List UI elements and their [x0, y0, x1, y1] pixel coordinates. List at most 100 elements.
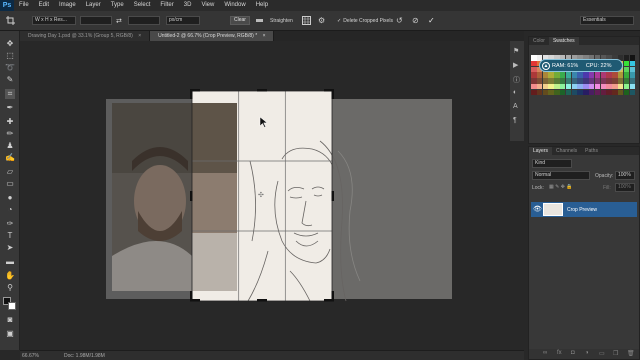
quick-mask-icon[interactable]: ◙ [5, 315, 15, 325]
pen-icon[interactable]: ✑ [5, 219, 15, 229]
delete-layer-icon[interactable]: 🗑 [627, 350, 635, 357]
swatch[interactable] [629, 55, 636, 61]
swatch[interactable] [617, 83, 624, 90]
swatch[interactable] [629, 66, 636, 73]
swatch[interactable] [536, 78, 543, 84]
swatch[interactable] [600, 83, 607, 90]
eyedropper-icon[interactable]: ✒ [5, 103, 15, 113]
swatch[interactable] [617, 72, 624, 78]
swatch[interactable] [531, 78, 537, 84]
swatch[interactable] [548, 83, 554, 90]
units-select[interactable]: px/cm [166, 16, 200, 25]
hand-icon[interactable]: ✋ [5, 271, 15, 281]
swatch[interactable] [542, 83, 549, 90]
swatch[interactable] [606, 78, 612, 84]
clone-stamp-icon[interactable]: ♟ [5, 141, 15, 151]
menu-layer[interactable]: Layer [81, 0, 106, 11]
tab-swatches[interactable]: Swatches [548, 37, 579, 45]
swatch[interactable] [588, 78, 595, 84]
overlay-grid-icon[interactable] [302, 16, 312, 25]
paragraph-icon[interactable]: ¶ [513, 117, 517, 124]
lock-icons[interactable]: ▦ ✎ ✥ 🔒 [549, 184, 573, 190]
swatch[interactable] [612, 83, 618, 90]
swatch[interactable] [531, 72, 537, 78]
swatch[interactable] [623, 72, 630, 78]
swatch[interactable] [559, 89, 566, 96]
swatch[interactable] [612, 89, 618, 96]
settings-gear-icon[interactable]: ⚙ [318, 16, 328, 25]
swatch[interactable] [594, 89, 601, 96]
swatch[interactable] [617, 78, 624, 84]
swatch[interactable] [554, 83, 560, 90]
swatch[interactable] [548, 89, 554, 96]
swatch[interactable] [577, 83, 583, 90]
swatch[interactable] [536, 83, 543, 90]
swatch[interactable] [565, 72, 572, 78]
swatch[interactable] [617, 89, 624, 96]
swatch[interactable] [583, 72, 589, 78]
type-icon[interactable]: T [5, 231, 15, 241]
swatch[interactable] [583, 89, 589, 96]
delete-cropped-checkbox[interactable]: ✓ Delete Cropped Pixels [337, 16, 393, 25]
swatch[interactable] [606, 72, 612, 78]
tab-layers[interactable]: Layers [529, 147, 553, 155]
swatch[interactable] [623, 55, 630, 61]
add-mask-icon[interactable]: ◘ [571, 350, 575, 356]
swatch[interactable] [565, 78, 572, 84]
screen-mode-icon[interactable]: ▣ [5, 329, 15, 339]
swatch[interactable] [577, 72, 583, 78]
swatch[interactable] [536, 89, 543, 96]
link-layers-icon[interactable]: ∞ [543, 350, 547, 356]
swatch[interactable] [623, 60, 630, 67]
swatch[interactable] [548, 72, 554, 78]
swatch[interactable] [571, 83, 578, 90]
crop-tool-preset-icon[interactable] [6, 16, 18, 25]
history-brush-icon[interactable]: ✍ [5, 153, 15, 163]
swatch[interactable] [623, 89, 630, 96]
move-tool-icon[interactable]: ✥ [5, 39, 15, 49]
swatch[interactable] [548, 78, 554, 84]
tab-untitled-2[interactable]: Untitled-2 @ 66.7% (Crop Preview, RGB/8)… [150, 31, 275, 41]
swatch[interactable] [583, 78, 589, 84]
cancel-icon[interactable]: ⊘ [412, 16, 422, 25]
layer-name[interactable]: Crop Preview [567, 207, 597, 213]
new-group-icon[interactable]: ▭ [599, 350, 605, 357]
document-canvas[interactable]: ✣ [20, 41, 524, 350]
fx-icon[interactable]: fx [557, 350, 562, 356]
swatch[interactable] [588, 72, 595, 78]
swatch[interactable] [571, 89, 578, 96]
swatch[interactable] [623, 66, 630, 73]
swatch[interactable] [531, 83, 537, 90]
tab-drawing-day[interactable]: Drawing Day 1.psd @ 33.1% (Group 5, RGB/… [20, 31, 151, 41]
dodge-icon[interactable]: ◔ [5, 205, 15, 215]
tab-channels[interactable]: Channels [552, 147, 581, 155]
swatch[interactable] [554, 72, 560, 78]
brush-icon[interactable]: ✏ [5, 129, 15, 139]
swatch[interactable] [600, 89, 607, 96]
history-icon[interactable]: ⚑ [513, 47, 519, 55]
blend-mode-select[interactable]: Normal [532, 171, 590, 180]
tab-color[interactable]: Color [529, 37, 549, 45]
height-field[interactable] [128, 16, 160, 25]
clear-button[interactable]: Clear [230, 16, 250, 25]
fill-field[interactable]: 100% [615, 183, 635, 192]
menu-file[interactable]: File [14, 0, 34, 11]
swatch[interactable] [623, 83, 630, 90]
visibility-eye-icon[interactable]: 👁 [533, 205, 542, 213]
menu-edit[interactable]: Edit [34, 0, 54, 11]
swatch[interactable] [588, 83, 595, 90]
swatch[interactable] [588, 89, 595, 96]
zoom-level[interactable]: 66.67% [22, 353, 39, 359]
actions-icon[interactable]: ▶ [513, 61, 518, 69]
swatch[interactable] [559, 78, 566, 84]
healing-brush-icon[interactable]: ✚ [5, 117, 15, 127]
close-tab-icon[interactable]: × [138, 33, 141, 39]
layer-row-crop-preview[interactable]: 👁 Crop Preview [531, 202, 637, 217]
eraser-icon[interactable]: ▱ [5, 167, 15, 177]
swatch[interactable] [536, 72, 543, 78]
menu-3d[interactable]: 3D [179, 0, 197, 11]
swatch[interactable] [612, 78, 618, 84]
swatch[interactable] [554, 78, 560, 84]
swatch[interactable] [531, 55, 537, 61]
swatch[interactable] [571, 78, 578, 84]
